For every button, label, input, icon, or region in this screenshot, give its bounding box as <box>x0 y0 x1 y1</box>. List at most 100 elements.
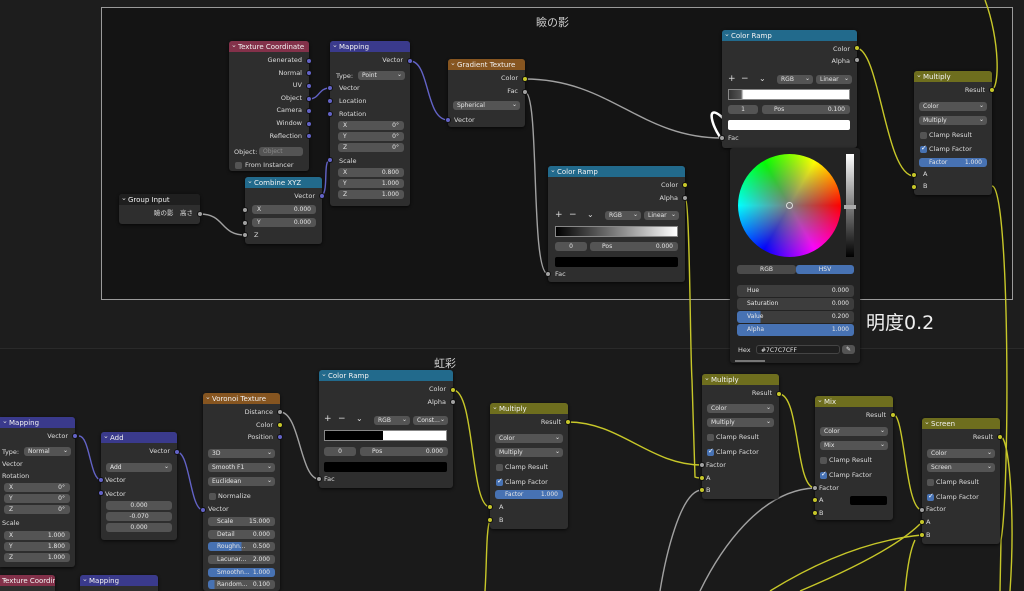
remove-stop-icon-mid[interactable]: − <box>569 210 577 220</box>
socket-multiply-b1-a[interactable] <box>487 504 493 510</box>
add-header[interactable]: Add <box>101 432 177 443</box>
multiply-top-clamp-factor-checkbox[interactable] <box>920 144 927 153</box>
socket-multiply-top-a[interactable] <box>911 172 917 178</box>
socket-multiply-b1-b[interactable] <box>487 517 493 523</box>
ramp-top-mode[interactable]: RGB <box>777 75 813 84</box>
socket-multiply-top-out[interactable] <box>989 87 995 93</box>
partial-tex-coord-header[interactable]: Texture Coordinate <box>0 575 55 586</box>
socket-object[interactable] <box>306 96 312 102</box>
remove-stop-icon-bottom[interactable]: − <box>338 414 346 424</box>
socket-ramp-bottom-color[interactable] <box>450 387 456 393</box>
multiply-top-clamp-result-checkbox[interactable] <box>920 132 927 139</box>
multiply-b1-factor[interactable]: Factor 1.000 <box>495 490 563 499</box>
socket-mapping-bottom-out[interactable] <box>72 433 78 439</box>
ramp-mid-color-swatch[interactable] <box>555 257 678 267</box>
multiply-b2-clamp-result-checkbox[interactable] <box>707 434 714 441</box>
mapping-type-dropdown[interactable]: Point <box>358 71 405 80</box>
color-wheel-cursor[interactable] <box>786 202 793 209</box>
ramp-bottom-color-swatch[interactable] <box>324 462 447 472</box>
add-value-y[interactable]: -0.070 <box>106 512 172 521</box>
ramp-bottom-gradient-bar[interactable] <box>324 430 447 441</box>
screen-clamp-result-checkbox[interactable] <box>927 479 934 486</box>
combine-y-field[interactable]: Y 0.000 <box>252 218 316 227</box>
socket-mapping-rotation-in[interactable] <box>327 111 333 117</box>
texture-coordinate-node-partial[interactable]: Texture Coordinate <box>0 575 55 591</box>
socket-mix-out[interactable] <box>890 412 896 418</box>
mapping-bottom-type-dropdown[interactable]: Normal <box>24 447 71 456</box>
color-ramp-mid-header[interactable]: Color Ramp <box>548 166 685 177</box>
socket-ramp-top-color[interactable] <box>854 45 860 51</box>
mapping-node-bottom[interactable]: Mapping Vector Type: Normal Vector Rotat… <box>0 417 75 567</box>
socket-ramp-top-fac[interactable] <box>719 135 725 141</box>
saturation-field[interactable]: Saturation 0.000 <box>737 298 854 310</box>
voronoi-detail[interactable]: Detail 0.000 <box>208 530 275 539</box>
multiply-b1-type[interactable]: Color <box>495 434 563 443</box>
voronoi-texture-node[interactable]: Voronoi Texture Distance Color Position … <box>203 393 280 591</box>
multiply-b2-type[interactable]: Color <box>707 404 774 413</box>
scale-y-field[interactable]: Y 1.000 <box>338 179 404 188</box>
combine-x-field[interactable]: X 0.000 <box>252 205 316 214</box>
socket-multiply-b1-out[interactable] <box>565 419 571 425</box>
socket-gradient-color[interactable] <box>522 76 528 82</box>
mix-blend[interactable]: Mix <box>820 441 888 450</box>
mapping-bottom-scale-y[interactable]: Y 1.800 <box>4 542 70 551</box>
ramp-top-color-swatch[interactable] <box>728 120 850 130</box>
color-ramp-top-header[interactable]: Color Ramp <box>722 30 857 41</box>
combine-xyz-header[interactable]: Combine XYZ <box>245 177 322 188</box>
socket-ramp-mid-alpha[interactable] <box>682 195 688 201</box>
multiply-b1-clamp-result-checkbox[interactable] <box>496 464 503 471</box>
group-input-node[interactable]: Group Input 瞼の影 高さ <box>119 194 200 224</box>
socket-screen-out[interactable] <box>997 434 1003 440</box>
socket-screen-a[interactable] <box>919 519 925 525</box>
socket-ramp-mid-fac[interactable] <box>545 271 551 277</box>
combine-xyz-node[interactable]: Combine XYZ Vector X0.000 Y0.000 Z <box>245 177 322 244</box>
voronoi-normalize-checkbox[interactable] <box>209 493 216 500</box>
popup-resize-grip[interactable] <box>735 360 765 362</box>
multiply-top-blend[interactable]: Multiply <box>919 116 987 125</box>
add-value-x[interactable]: 0.000 <box>106 501 172 510</box>
socket-multiply-b2-out[interactable] <box>776 391 782 397</box>
ramp-mid-pos[interactable]: Pos 0.000 <box>590 242 678 251</box>
add-stop-icon-bottom[interactable]: + <box>324 414 332 424</box>
socket-add-out[interactable] <box>174 449 180 455</box>
voronoi-feature[interactable]: Smooth F1 <box>208 463 275 472</box>
partial-mapping-header[interactable]: Mapping <box>80 575 158 586</box>
mapping-header[interactable]: Mapping <box>330 41 410 52</box>
multiply-node-top[interactable]: Multiply Result Color Multiply Clamp Res… <box>914 71 992 195</box>
voronoi-lacunarity[interactable]: Lacunar... 2.000 <box>208 555 275 564</box>
mapping-bottom-rot-z[interactable]: Z 0° <box>4 505 70 514</box>
hue-field[interactable]: Hue 0.000 <box>737 285 854 297</box>
mix-header[interactable]: Mix <box>815 396 893 407</box>
vector-add-node[interactable]: Add Vector Add Vector Vector 0.000 -0.07… <box>101 432 177 540</box>
hex-input[interactable]: #7C7C7CFF <box>756 345 840 354</box>
multiply-b2-blend[interactable]: Multiply <box>707 418 774 427</box>
socket-multiply-top-b[interactable] <box>911 184 917 190</box>
socket-voronoi-position[interactable] <box>277 434 283 440</box>
mix-a-color-swatch[interactable] <box>850 496 887 505</box>
socket-gradient-vector-in[interactable] <box>445 117 451 123</box>
socket-multiply-b2-b[interactable] <box>699 487 705 493</box>
ramp-bottom-pos[interactable]: Pos 0.000 <box>360 447 448 456</box>
screen-blend[interactable]: Screen <box>927 463 995 472</box>
screen-node[interactable]: Screen Result Color Screen Clamp Result … <box>922 418 1000 544</box>
socket-generated[interactable] <box>306 58 312 64</box>
multiply-top-factor[interactable]: Factor 1.000 <box>919 158 987 167</box>
gradient-type-dropdown[interactable]: Spherical <box>453 101 520 110</box>
multiply-top-header[interactable]: Multiply <box>914 71 992 82</box>
mapping-bottom-header[interactable]: Mapping <box>0 417 75 428</box>
tab-rgb[interactable]: RGB <box>737 265 796 274</box>
socket-multiply-b2-factor[interactable] <box>699 462 705 468</box>
socket-screen-factor[interactable] <box>919 507 925 513</box>
rotation-z-field[interactable]: Z 0° <box>338 143 404 152</box>
gradient-texture-header[interactable]: Gradient Texture <box>448 59 525 70</box>
ramp-top-interp[interactable]: Linear <box>816 75 852 84</box>
voronoi-randomness[interactable]: Random... 0.100 <box>208 580 275 589</box>
mapping-bottom-scale-z[interactable]: Z 1.000 <box>4 553 70 562</box>
socket-ramp-bottom-alpha[interactable] <box>450 399 456 405</box>
mapping-bottom-rot-x[interactable]: X 0° <box>4 483 70 492</box>
multiply-b1-clamp-factor-checkbox[interactable] <box>496 477 503 486</box>
rotation-x-field[interactable]: X 0° <box>338 121 404 130</box>
socket-window[interactable] <box>306 121 312 127</box>
add-operation-dropdown[interactable]: Add <box>106 463 172 472</box>
socket-reflection[interactable] <box>306 133 312 139</box>
